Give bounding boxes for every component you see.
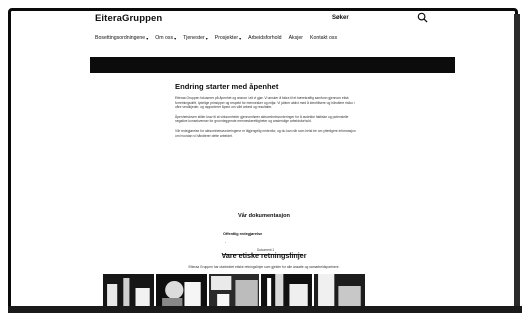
nav-item-label: Om oss [155,35,174,41]
nav-item[interactable]: Arbeidsforhold [248,35,281,41]
search-label[interactable]: Søker [332,15,349,21]
nav-item[interactable]: Om oss ▾ [155,35,176,41]
nav-item-label: Tjenester [183,35,205,41]
article: Endring starter med åpenhet Etteraa Grup… [175,82,357,143]
nav-item-label: Arbeidsforhold [248,35,282,41]
window-base [8,306,522,313]
hero-banner [90,57,455,73]
guidelines-text: Etteraa Gruppen har utarbeidet etiske re… [188,265,340,269]
nav-item[interactable]: Bosettingsordningene ▾ [95,35,148,41]
main-nav: Bosettingsordningene ▾ Om oss ▾ Tjenester ▾ Pr… [95,35,337,41]
article-title: Endring starter med åpenhet [175,82,279,91]
documentation-title: Vår dokumentasjon [238,213,290,219]
bullet-icon: › [225,240,226,244]
search-icon[interactable] [417,12,428,23]
article-paragraph: Vår redegjørelse for aktsomhetsvurdering… [175,128,356,138]
article-paragraph: Etteraa Gruppen fokuserer på åpenhet og … [175,96,355,110]
nav-item[interactable]: Aksjer [289,35,303,41]
nav-item-label: Aksjer [288,35,303,41]
gallery-photo[interactable] [155,274,207,306]
chevron-down-icon: ▾ [205,35,208,41]
gallery-photo[interactable] [261,274,313,306]
nav-item-label: Kontakt oss [309,35,338,41]
guidelines-title: Vare etiske retningslinjer [221,251,307,260]
nav-item-label: Prosjekter [214,35,239,41]
nav-item[interactable]: Tjenester ▾ [183,35,208,41]
chevron-down-icon: ▾ [174,35,177,41]
gallery-photo[interactable] [208,274,260,306]
nav-item[interactable]: Prosjekter ▾ [215,35,241,41]
chevron-down-icon: ▾ [239,35,242,41]
site-logo[interactable]: EiteraGruppen [95,13,162,24]
gallery-photo[interactable] [314,274,365,306]
documentation-subtitle: Offentlig redegjørelse [223,232,263,236]
article-paragraph: Åpenhetsloven stiller krav til at virkso… [175,114,349,124]
nav-item-label: Bosettingsordningene [95,35,146,41]
photo-gallery [103,274,365,306]
gallery-photo[interactable] [103,274,154,306]
nav-item[interactable]: Kontakt oss [310,35,337,41]
chevron-down-icon: ▾ [146,35,149,41]
